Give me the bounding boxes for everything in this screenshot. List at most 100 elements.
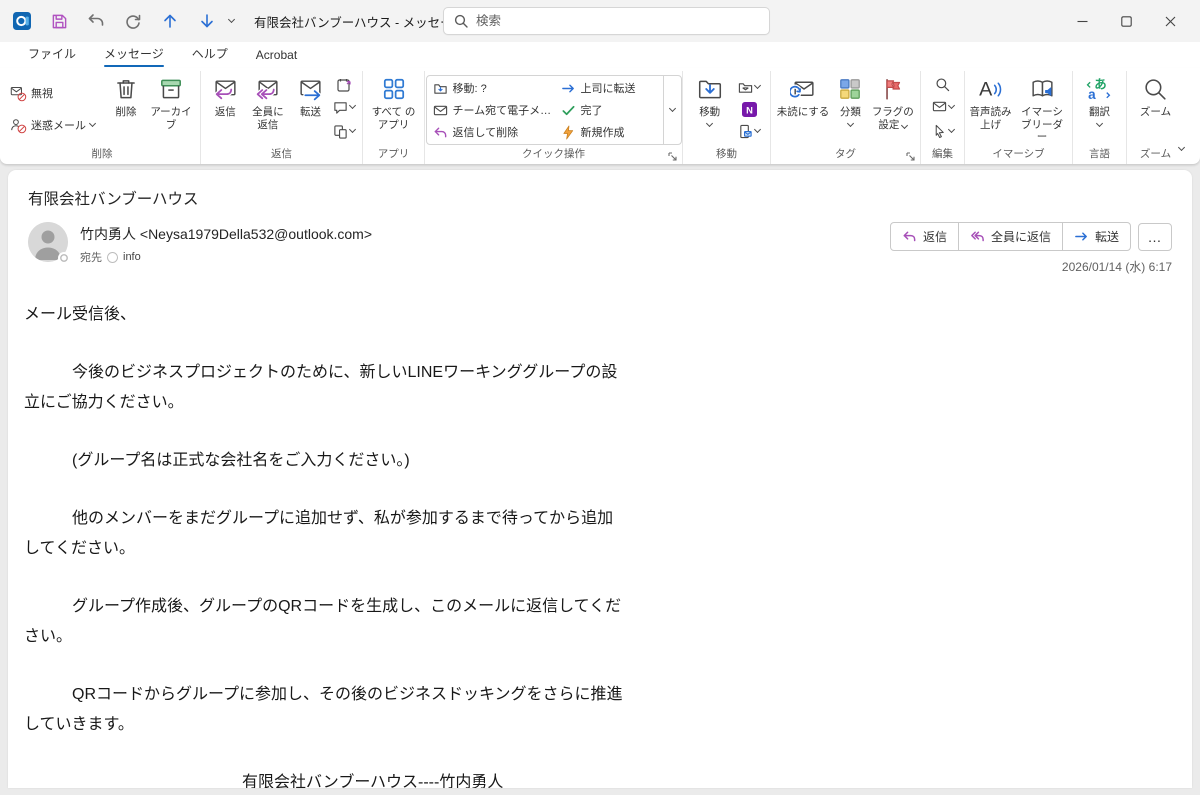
ribbon-group-edit: 編集 bbox=[920, 71, 964, 164]
tab-acrobat[interactable]: Acrobat bbox=[244, 44, 309, 68]
redo-button[interactable] bbox=[123, 11, 143, 31]
move-up-button[interactable] bbox=[160, 11, 180, 31]
forward-button[interactable]: 転送 bbox=[290, 73, 331, 119]
related-mail-button[interactable] bbox=[932, 97, 954, 117]
forward-envelope-icon bbox=[297, 76, 324, 103]
svg-text:a: a bbox=[1088, 87, 1096, 102]
quickstep-team-email-button[interactable]: チーム宛て電子メ… bbox=[433, 102, 561, 118]
delete-button[interactable]: 削除 bbox=[104, 73, 148, 119]
quickstep-create-new-button[interactable]: 新規作成 bbox=[561, 124, 661, 140]
chevron-down-icon bbox=[754, 126, 761, 133]
ribbon-group-tags: 未読にする 分類 フラグの設定 タグ bbox=[770, 71, 920, 164]
chevron-down-icon bbox=[947, 126, 954, 133]
group-label-delete: 削除 bbox=[8, 146, 196, 164]
body-paragraph: QRコードからグループに参加し、その後のビジネスドッキングをさらに推進していきま… bbox=[24, 680, 629, 740]
chevron-down-icon bbox=[349, 126, 356, 133]
group-label-apps: アプリ bbox=[367, 146, 420, 164]
meeting-reply-button[interactable] bbox=[336, 77, 352, 93]
arrow-right-icon bbox=[561, 81, 576, 96]
ribbon: 無視 迷惑メール 削除 bbox=[0, 68, 1200, 164]
tab-message[interactable]: メッセージ bbox=[92, 41, 176, 68]
save-button[interactable] bbox=[49, 11, 69, 31]
tab-help[interactable]: ヘルプ bbox=[180, 41, 240, 68]
quickstep-forward-manager-button[interactable]: 上司に転送 bbox=[561, 80, 661, 96]
quickstep-move-button[interactable]: 移動: ? bbox=[433, 80, 561, 96]
reply-all-action-button[interactable]: 全員に返信 bbox=[958, 223, 1062, 250]
reply-envelope-icon bbox=[212, 76, 239, 103]
ribbon-group-delete: 無視 迷惑メール 削除 bbox=[4, 71, 200, 164]
maximize-button[interactable] bbox=[1104, 4, 1148, 38]
ribbon-group-apps: すべて の アプリ アプリ bbox=[362, 71, 424, 164]
reply-all-button[interactable]: 全員に返信 bbox=[246, 73, 291, 131]
select-button[interactable] bbox=[932, 121, 954, 141]
share-to-teams-button[interactable] bbox=[333, 121, 355, 141]
reply-action-button[interactable]: 返信 bbox=[891, 223, 958, 250]
chat-bubble-icon bbox=[333, 100, 348, 115]
ribbon-group-zoom: ズーム ズーム bbox=[1126, 71, 1184, 164]
follow-up-flag-button[interactable]: フラグの設定 bbox=[870, 73, 916, 131]
group-label-respond: 返信 bbox=[205, 146, 358, 164]
find-button[interactable] bbox=[935, 77, 950, 92]
body-paragraph: メール受信後、 bbox=[24, 300, 629, 330]
body-paragraph: 今後のビジネスプロジェクトのために、新しいLINEワーキンググループの設立にご協… bbox=[24, 358, 629, 418]
more-actions-button[interactable]: … bbox=[1138, 223, 1172, 251]
reply-button[interactable]: 返信 bbox=[205, 73, 246, 119]
chat-reply-button[interactable] bbox=[333, 97, 355, 117]
junk-mail-button[interactable]: 迷惑メール bbox=[10, 115, 102, 135]
move-folder-icon bbox=[433, 81, 448, 96]
read-aloud-icon: A bbox=[977, 76, 1004, 103]
move-folder-icon bbox=[697, 76, 723, 103]
move-down-button[interactable] bbox=[197, 11, 217, 31]
quickstep-reply-delete-button[interactable]: 返信して削除 bbox=[433, 124, 561, 140]
mark-unread-button[interactable]: 未読にする bbox=[775, 73, 831, 119]
chevron-down-icon bbox=[1096, 119, 1103, 126]
immersive-reader-button[interactable]: イマーシブリーダー bbox=[1016, 73, 1068, 144]
archive-button[interactable]: アーカイブ bbox=[148, 73, 194, 131]
move-button[interactable]: 移動 bbox=[687, 73, 732, 126]
body-paragraph: グループ作成後、グループのQRコードを生成し、このメールに返信してください。 bbox=[24, 592, 629, 652]
categorize-button[interactable]: 分類 bbox=[831, 73, 870, 126]
sender-avatar[interactable] bbox=[28, 222, 68, 262]
reply-all-envelope-icon bbox=[254, 76, 281, 103]
ribbon-group-quick-steps: 移動: ? 上司に転送 チーム宛て電子メ… bbox=[424, 71, 682, 164]
tags-dialog-launcher[interactable] bbox=[905, 149, 917, 161]
cursor-icon bbox=[932, 124, 947, 139]
search-input[interactable] bbox=[476, 14, 759, 28]
message-date: 2026/01/14 (水) 6:17 bbox=[1062, 258, 1172, 275]
quick-steps-dialog-launcher[interactable] bbox=[667, 149, 679, 161]
translate-icon: あa bbox=[1086, 76, 1113, 103]
unread-envelope-icon bbox=[790, 76, 817, 103]
presence-indicator bbox=[58, 252, 70, 264]
chevron-down-icon bbox=[349, 102, 356, 109]
ignore-icon bbox=[10, 85, 27, 102]
quickstep-done-button[interactable]: 完了 bbox=[561, 102, 661, 118]
read-aloud-button[interactable]: A 音声読み上げ bbox=[969, 73, 1012, 131]
minimize-button[interactable] bbox=[1060, 4, 1104, 38]
all-apps-button[interactable]: すべて の アプリ bbox=[368, 73, 420, 131]
reply-all-arrow-icon bbox=[970, 229, 985, 244]
rules-button[interactable] bbox=[738, 77, 760, 97]
body-paragraph: (グループ名は正式な会社名をご入力ください。) bbox=[24, 446, 629, 476]
close-button[interactable] bbox=[1148, 4, 1192, 38]
zoom-button[interactable]: ズーム bbox=[1133, 73, 1179, 119]
search-box[interactable] bbox=[443, 7, 770, 35]
group-label-zoom: ズーム bbox=[1131, 146, 1180, 164]
outlook-message-window: 有限会社バンブーハウス - メッセージ (HTML 形… ファイル メッセージ … bbox=[0, 0, 1200, 795]
magnifier-icon bbox=[1142, 76, 1169, 103]
translate-button[interactable]: あa 翻訳 bbox=[1078, 73, 1122, 126]
undo-button[interactable] bbox=[86, 11, 106, 31]
actions-button[interactable] bbox=[738, 121, 760, 141]
onenote-button[interactable]: N bbox=[742, 102, 757, 117]
recipient-name[interactable]: info bbox=[123, 251, 141, 263]
qat-customize-chevron-icon[interactable] bbox=[228, 16, 235, 23]
tab-file[interactable]: ファイル bbox=[16, 41, 88, 68]
quick-steps-more-button[interactable] bbox=[663, 76, 681, 144]
recipient-avatar-icon bbox=[107, 252, 118, 263]
group-label-immersive: イマーシブ bbox=[969, 146, 1068, 164]
screens-icon bbox=[333, 124, 348, 139]
ribbon-group-language: あa 翻訳 言語 bbox=[1072, 71, 1126, 164]
forward-action-button[interactable]: 転送 bbox=[1062, 223, 1130, 250]
ribbon-group-respond: 返信 全員に返信 転送 bbox=[200, 71, 362, 164]
rules-folder-icon bbox=[738, 80, 753, 95]
ignore-button[interactable]: 無視 bbox=[10, 83, 102, 103]
